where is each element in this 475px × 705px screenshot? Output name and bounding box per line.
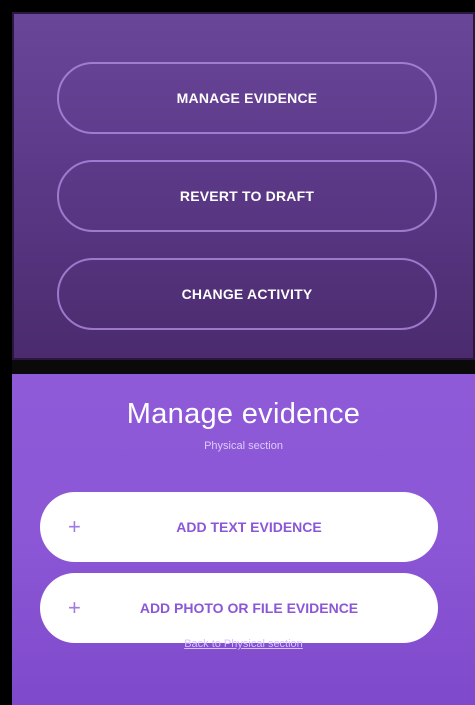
revert-to-draft-button[interactable]: REVERT TO DRAFT <box>57 160 437 232</box>
plus-icon: + <box>68 595 81 620</box>
change-activity-button[interactable]: CHANGE ACTIVITY <box>57 258 437 330</box>
add-photo-or-file-evidence-button[interactable]: + ADD PHOTO OR FILE EVIDENCE <box>40 573 438 643</box>
add-text-evidence-label: ADD TEXT EVIDENCE <box>176 519 322 535</box>
actions-menu-panel: MANAGE EVIDENCE REVERT TO DRAFT CHANGE A… <box>12 12 475 360</box>
plus-icon: + <box>68 514 81 539</box>
page-title: Manage evidence <box>126 398 361 430</box>
manage-evidence-button[interactable]: MANAGE EVIDENCE <box>57 62 437 134</box>
panel-divider <box>12 360 475 374</box>
screenshot-frame: MANAGE EVIDENCE REVERT TO DRAFT CHANGE A… <box>0 0 475 705</box>
page-subtitle: Physical section <box>204 440 283 452</box>
manage-evidence-panel: Manage evidence Physical section + ADD T… <box>12 374 475 705</box>
add-text-evidence-button[interactable]: + ADD TEXT EVIDENCE <box>40 492 438 562</box>
add-photo-or-file-evidence-label: ADD PHOTO OR FILE EVIDENCE <box>139 600 359 616</box>
back-to-physical-section-link[interactable]: Back to Physical section <box>12 638 475 650</box>
